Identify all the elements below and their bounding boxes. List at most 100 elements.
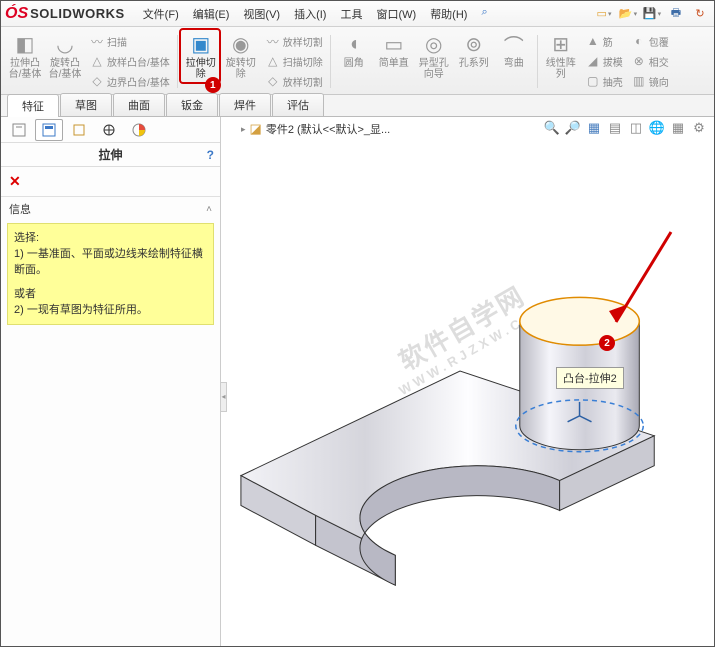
rib-button[interactable]: ▲筋 <box>585 31 613 51</box>
annotation-badge-1: 1 <box>205 77 221 93</box>
boss-sweeps-group: 〰扫描 △放样凸台/基体 ◇边界凸台/基体 <box>85 29 174 94</box>
hole-wizard-button[interactable]: ◎ 异型孔 向导 <box>414 29 454 94</box>
boundary-icon: ◇ <box>89 73 105 89</box>
pattern-label: 线性阵 列 <box>546 58 576 80</box>
cut-revolve-label: 旋转切 除 <box>226 58 256 80</box>
menu-help[interactable]: 帮助(H) <box>424 3 473 25</box>
boundary-button[interactable]: ◇边界凸台/基体 <box>89 71 170 91</box>
feature-tree-tab[interactable] <box>5 119 33 141</box>
pm-info-label: 信息 <box>9 201 31 217</box>
pm-info-or: 或者 <box>14 286 207 302</box>
hole-series-icon: ⊚ <box>461 31 487 57</box>
open-file-icon[interactable]: 📂▾ <box>618 4 638 24</box>
cut-revolve-button[interactable]: ◉ 旋转切 除 <box>221 29 261 94</box>
tab-weldments[interactable]: 焊件 <box>219 93 271 116</box>
pm-help-icon[interactable]: ? <box>207 148 214 162</box>
pm-info-line1: 1) 一基准面、平面或边线来绘制特征横断面。 <box>14 246 207 278</box>
display-tab[interactable] <box>125 119 153 141</box>
pm-info-header[interactable]: 信息 ˄ <box>1 196 220 221</box>
sweep-button[interactable]: 〰扫描 <box>89 31 127 51</box>
hole-series-button[interactable]: ⊚ 孔系列 <box>454 29 494 94</box>
wrap-button[interactable]: ◐包覆 <box>631 31 669 51</box>
fillet-label: 圆角 <box>344 58 364 69</box>
panel-tabs <box>1 117 220 143</box>
menu-view[interactable]: 视图(V) <box>237 3 286 25</box>
app-name: SOLIDWORKS <box>30 6 125 21</box>
pm-title: 拉伸 <box>98 146 122 163</box>
mirror-icon: ▥ <box>631 73 647 89</box>
model-view <box>221 117 714 646</box>
menu-file[interactable]: 文件(F) <box>137 3 185 25</box>
hole-wizard-icon: ◎ <box>421 31 447 57</box>
pm-info-line2: 2) 一现有草图为特征所用。 <box>14 302 207 318</box>
main-area: 拉伸 ? ✕ 信息 ˄ 选择: 1) 一基准面、平面或边线来绘制特征横断面。 或… <box>1 117 714 646</box>
cut-sweep-button[interactable]: 〰放样切割 <box>265 31 323 51</box>
intersect-icon: ⊗ <box>631 53 647 69</box>
intersect-button[interactable]: ⊗相交 <box>631 51 669 71</box>
rebuild-icon[interactable]: ↻ <box>690 4 710 24</box>
quick-access-toolbar: ▭▾ 📂▾ 💾▾ 🖶 ↻ <box>594 4 710 24</box>
hole-wizard-label: 异型孔 向导 <box>419 58 449 80</box>
boss-revolve-icon: ◡ <box>52 31 78 57</box>
bend-icon: ⌒ <box>501 31 527 57</box>
rib-icon: ▲ <box>585 33 601 49</box>
boss-revolve-button[interactable]: ◡ 旋转凸 台/基体 <box>45 29 85 94</box>
tab-sketch[interactable]: 草图 <box>60 93 112 116</box>
title-bar: ÓS SOLIDWORKS 文件(F) 编辑(E) 视图(V) 插入(I) 工具… <box>1 1 714 27</box>
app-logo: ÓS SOLIDWORKS <box>5 5 125 23</box>
config-tab[interactable] <box>65 119 93 141</box>
boss-revolve-label: 旋转凸 台/基体 <box>49 58 82 80</box>
loft-icon: △ <box>89 53 105 69</box>
solidworks-logo-icon: ÓS <box>5 5 28 23</box>
fillet-icon: ◖ <box>341 31 367 57</box>
pm-header: 拉伸 ? <box>1 143 220 167</box>
cut-sweep2-button[interactable]: △扫描切除 <box>265 51 323 71</box>
tab-features[interactable]: 特征 <box>7 94 59 117</box>
dimxpert-tab[interactable] <box>95 119 123 141</box>
cut-extrude-button[interactable]: ▣ 拉伸切 除 1 <box>181 29 221 94</box>
boss-extrude-button[interactable]: ◧ 拉伸凸 台/基体 <box>5 29 45 94</box>
tab-surfaces[interactable]: 曲面 <box>113 93 165 116</box>
shell-button[interactable]: ▢抽壳 <box>585 71 623 91</box>
cut-loft-button[interactable]: ◇放样切割 <box>265 71 323 91</box>
features-group: ▲筋 ◢拔模 ▢抽壳 <box>581 29 627 94</box>
cut-sweep2-icon: △ <box>265 53 281 69</box>
tab-sheetmetal[interactable]: 钣金 <box>166 93 218 116</box>
menu-bar: 文件(F) 编辑(E) 视图(V) 插入(I) 工具 窗口(W) 帮助(H) ⌕ <box>137 3 494 25</box>
ribbon: ◧ 拉伸凸 台/基体 ◡ 旋转凸 台/基体 〰扫描 △放样凸台/基体 ◇边界凸台… <box>1 27 714 95</box>
property-manager-panel: 拉伸 ? ✕ 信息 ˄ 选择: 1) 一基准面、平面或边线来绘制特征横断面。 或… <box>1 117 221 646</box>
annotation-badge-2: 2 <box>599 335 615 351</box>
annotation-arrow <box>601 227 681 337</box>
features-group-2: ◐包覆 ⊗相交 ▥镜向 <box>627 29 673 94</box>
sweep-icon: 〰 <box>89 33 105 49</box>
pm-info-box: 选择: 1) 一基准面、平面或边线来绘制特征横断面。 或者 2) 一现有草图为特… <box>7 223 214 325</box>
graphics-area[interactable]: ◂ ▸ ◪ 零件2 (默认<<默认>_显... 🔍 🔎 ▦ ▤ ◫ 🌐 ▦ ⚙ … <box>221 117 714 646</box>
menu-edit[interactable]: 编辑(E) <box>187 3 236 25</box>
fillet-button[interactable]: ◖ 圆角 <box>334 29 374 94</box>
chevron-up-icon: ˄ <box>206 204 212 215</box>
pattern-button[interactable]: ⊞ 线性阵 列 <box>541 29 581 94</box>
simple-button[interactable]: ▭ 简单直 <box>374 29 414 94</box>
menu-search-icon[interactable]: ⌕ <box>475 3 493 25</box>
simple-label: 简单直 <box>379 58 409 69</box>
pm-cancel-button[interactable]: ✕ <box>9 173 21 189</box>
draft-button[interactable]: ◢拔模 <box>585 51 623 71</box>
menu-tools[interactable]: 工具 <box>334 3 368 25</box>
menu-insert[interactable]: 插入(I) <box>288 3 332 25</box>
property-manager-tab[interactable] <box>35 119 63 141</box>
menu-window[interactable]: 窗口(W) <box>370 3 422 25</box>
mirror-button[interactable]: ▥镜向 <box>631 71 669 91</box>
new-file-icon[interactable]: ▭▾ <box>594 4 614 24</box>
cut-loft-icon: ◇ <box>265 73 281 89</box>
print-icon[interactable]: 🖶 <box>666 4 686 24</box>
bend-button[interactable]: ⌒ 弯曲 <box>494 29 534 94</box>
loft-button[interactable]: △放样凸台/基体 <box>89 51 170 71</box>
cut-revolve-icon: ◉ <box>228 31 254 57</box>
tab-evaluate[interactable]: 评估 <box>272 93 324 116</box>
boss-extrude-label: 拉伸凸 台/基体 <box>9 58 42 80</box>
simple-icon: ▭ <box>381 31 407 57</box>
save-icon[interactable]: 💾▾ <box>642 4 662 24</box>
hole-series-label: 孔系列 <box>459 58 489 69</box>
shell-icon: ▢ <box>585 73 601 89</box>
cut-sweeps-group: 〰放样切割 △扫描切除 ◇放样切割 <box>261 29 327 94</box>
